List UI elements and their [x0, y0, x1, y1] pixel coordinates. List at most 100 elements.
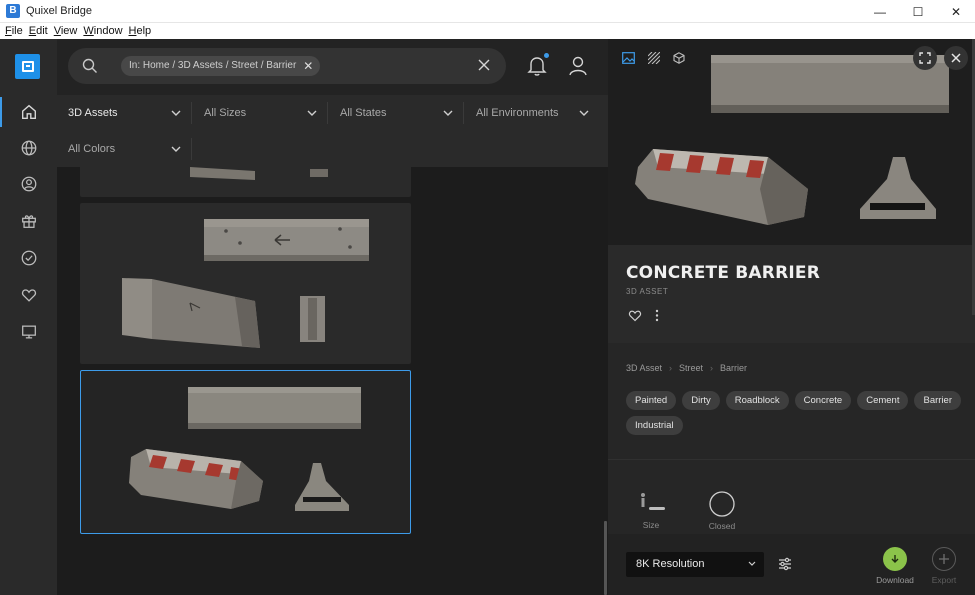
monitor-icon: [21, 325, 36, 339]
nav-profile[interactable]: [0, 166, 57, 202]
asset-thumbnail: [122, 219, 369, 348]
view-tab-3d[interactable]: [666, 49, 691, 67]
bell-icon: [527, 57, 547, 76]
search-bar[interactable]: In: Home / 3D Assets / Street / Barrier …: [68, 48, 506, 84]
breadcrumb-separator-icon: ›: [669, 363, 673, 373]
fullscreen-button[interactable]: [913, 46, 937, 70]
add-export-icon: [932, 547, 956, 571]
chip-close-icon[interactable]: ✕: [303, 56, 313, 76]
meta-size-label: Size: [642, 520, 660, 530]
download-button[interactable]: Download: [875, 547, 915, 585]
search-scope-label: In: Home / 3D Assets / Street / Barrier: [129, 60, 297, 71]
cube-icon: [672, 52, 685, 64]
menu-bar: File Edit View Window Help: [0, 23, 975, 39]
tag-industrial[interactable]: Industrial: [626, 416, 683, 435]
view-tab-image[interactable]: [616, 49, 641, 67]
close-detail-button[interactable]: [944, 46, 968, 70]
tag-dirty[interactable]: Dirty: [682, 391, 720, 410]
meta-closed: Closed: [704, 491, 740, 531]
preview-view-tabs: [616, 49, 691, 67]
section-divider: [608, 459, 975, 460]
search-scope-chip[interactable]: In: Home / 3D Assets / Street / Barrier …: [121, 56, 321, 76]
account-button[interactable]: [568, 55, 588, 82]
check-circle-icon: [21, 250, 36, 266]
nav-monitor[interactable]: [0, 314, 57, 350]
tag-barrier[interactable]: Barrier: [914, 391, 961, 410]
nav-home[interactable]: [0, 94, 57, 130]
filter-label: 3D Assets: [68, 107, 118, 119]
tag-roadblock[interactable]: Roadblock: [725, 391, 789, 410]
filter-bar: 3D Assets All Sizes All States All Envir…: [57, 95, 608, 167]
resolution-select[interactable]: 8K Resolution: [626, 552, 764, 577]
home-icon: [21, 104, 36, 119]
closed-shape-icon: [709, 491, 735, 517]
image-icon: [622, 52, 635, 64]
menu-edit[interactable]: Edit: [29, 25, 48, 37]
tag-cement[interactable]: Cement: [857, 391, 909, 410]
close-window-button[interactable]: ✕: [937, 0, 975, 23]
maximize-button[interactable]: ☐: [899, 0, 937, 23]
filter-states[interactable]: All States: [340, 95, 464, 131]
bridge-logo-icon[interactable]: [15, 54, 40, 79]
asset-detail-panel: CONCRETE BARRIER 3D ASSET 3D Asset › Str…: [608, 39, 975, 595]
search-icon: [82, 58, 97, 73]
asset-preview: [608, 39, 975, 245]
nav-check[interactable]: [0, 240, 57, 276]
title-bar: B Quixel Bridge — ☐ ✕: [0, 0, 975, 23]
expand-icon: [919, 52, 931, 64]
filter-sizes[interactable]: All Sizes: [204, 95, 328, 131]
filter-label: All Environments: [476, 107, 559, 119]
filter-asset-type[interactable]: 3D Assets: [68, 95, 192, 131]
tag-painted[interactable]: Painted: [626, 391, 677, 410]
clear-search-icon[interactable]: [476, 57, 492, 73]
tag-list: Painted Dirty Roadblock Concrete Cement …: [626, 391, 966, 435]
menu-help[interactable]: Help: [129, 25, 152, 37]
nav-favorites[interactable]: [0, 277, 57, 313]
export-button[interactable]: Export: [924, 547, 964, 585]
asset-card-selected[interactable]: [80, 370, 411, 534]
asset-breadcrumb: 3D Asset › Street › Barrier: [626, 363, 747, 373]
filter-colors[interactable]: All Colors: [68, 131, 192, 167]
globe-icon: [21, 140, 36, 156]
filter-label: All States: [340, 107, 387, 119]
menu-window[interactable]: Window: [83, 25, 122, 37]
filter-environments[interactable]: All Environments: [476, 95, 600, 131]
app-logo-icon: B: [6, 4, 20, 18]
breadcrumb-item[interactable]: Barrier: [720, 363, 747, 373]
notification-dot: [544, 53, 549, 58]
menu-file[interactable]: File: [5, 25, 23, 37]
nav-gift[interactable]: [0, 203, 57, 239]
chevron-down-icon: [171, 110, 181, 116]
filter-label: All Colors: [68, 143, 116, 155]
grid-scrollbar[interactable]: [604, 521, 607, 595]
heart-icon: [21, 289, 36, 302]
chevron-down-icon: [748, 561, 756, 566]
export-settings-icon[interactable]: [778, 557, 792, 571]
meta-size: Size: [636, 491, 666, 530]
view-tab-texture[interactable]: [641, 49, 666, 67]
top-bar: In: Home / 3D Assets / Street / Barrier …: [57, 39, 608, 95]
menu-view[interactable]: View: [54, 25, 78, 37]
close-icon: [951, 53, 961, 63]
more-options-icon[interactable]: [654, 309, 660, 322]
download-bar: 8K Resolution Download Export: [608, 534, 975, 595]
breadcrumb-item[interactable]: 3D Asset: [626, 363, 662, 373]
breadcrumb-item[interactable]: Street: [679, 363, 703, 373]
minimize-button[interactable]: —: [861, 0, 899, 23]
chevron-down-icon: [443, 110, 453, 116]
chevron-down-icon: [171, 146, 181, 152]
person-scale-icon: [641, 493, 665, 510]
chevron-down-icon: [307, 110, 317, 116]
window-title: Quixel Bridge: [26, 5, 93, 17]
nav-globe[interactable]: [0, 130, 57, 166]
filter-label: All Sizes: [204, 107, 247, 119]
meta-closed-label: Closed: [708, 521, 736, 531]
favorite-heart-icon[interactable]: [628, 309, 642, 322]
gift-icon: [21, 215, 36, 228]
tag-concrete[interactable]: Concrete: [794, 391, 852, 410]
asset-browser: In: Home / 3D Assets / Street / Barrier …: [57, 39, 608, 595]
asset-card[interactable]: [80, 203, 411, 364]
breadcrumb-separator-icon: ›: [710, 363, 714, 373]
chevron-down-icon: [579, 110, 589, 116]
notifications-button[interactable]: [527, 53, 549, 82]
